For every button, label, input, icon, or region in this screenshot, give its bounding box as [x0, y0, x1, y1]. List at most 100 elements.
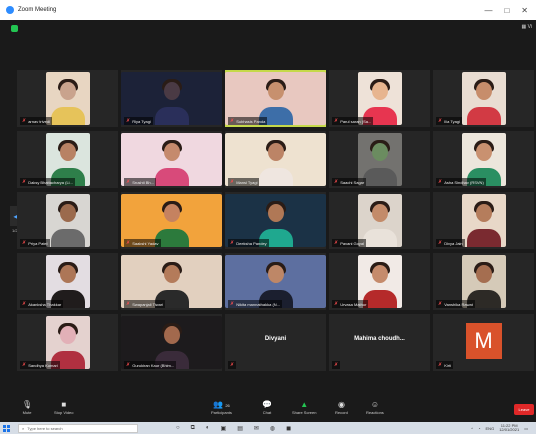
muted-mic-icon: ✗: [438, 362, 443, 368]
chat-icon: 💬: [262, 400, 272, 409]
participant-tile[interactable]: ✗ Urvasa Mathur: [329, 253, 430, 310]
participant-body: [154, 168, 189, 186]
participant-tile[interactable]: ✗ Akanksha Thakkar: [17, 253, 118, 310]
participant-tile[interactable]: Divyani ✗: [225, 314, 326, 371]
participant-name-bar: ✗ Srushti Bh...: [124, 178, 156, 186]
participants-button[interactable]: 👥 26 Participants: [211, 400, 232, 415]
muted-mic-icon: ✗: [230, 362, 235, 368]
participant-tile[interactable]: ✗ Ilia Tyagi: [433, 70, 534, 127]
muted-mic-icon: ✗: [126, 301, 131, 307]
stop-video-button[interactable]: ■ Stop Video: [54, 400, 74, 415]
file-explorer-icon[interactable]: ▤: [237, 425, 243, 432]
participant-face: [163, 82, 180, 100]
participant-tile[interactable]: ✗ Sandhya Kumari: [17, 314, 118, 371]
participant-face: [163, 143, 180, 161]
participant-tile[interactable]: ✗ arnav trivedi: [17, 70, 118, 127]
participant-body: [258, 168, 293, 186]
participant-name-bar: ✗ Saachi Sagar: [332, 178, 367, 186]
participant-face: [372, 204, 388, 222]
participant-body: [51, 229, 85, 247]
reactions-button[interactable]: ☺ Reactions: [366, 400, 384, 415]
participant-face: [60, 82, 76, 100]
participant-tile[interactable]: ✗ Daksy Bhattacharya (Li...: [17, 131, 118, 188]
network-icon[interactable]: ◔: [478, 426, 480, 431]
muted-mic-icon: ✗: [230, 118, 235, 124]
participant-video: [46, 194, 90, 247]
store-icon[interactable]: ▣: [221, 425, 227, 432]
participant-face: [163, 204, 180, 222]
view-button[interactable]: ▦ Vi: [522, 24, 532, 30]
participant-name-bar: ✗ Saakshi Yadav: [124, 239, 161, 247]
participant-tile[interactable]: ✗ Saachi Sagar: [329, 131, 430, 188]
participant-tile[interactable]: ✗ Vanshika Rawat: [433, 253, 534, 310]
chrome-icon[interactable]: ◍: [270, 425, 275, 432]
participant-face: [267, 82, 284, 100]
maximize-icon[interactable]: □: [504, 6, 509, 15]
participant-tile[interactable]: ✗ Nikita mannathakka (N...: [225, 253, 326, 310]
record-icon: ◉: [337, 400, 345, 409]
muted-mic-icon: ✗: [22, 301, 27, 307]
muted-mic-icon: ✗: [22, 362, 27, 368]
record-button[interactable]: ◉ Record: [335, 400, 348, 415]
clock-date: 12/01/2021: [499, 427, 520, 432]
participant-tile[interactable]: Mahima choudh... ✗: [329, 314, 430, 371]
muted-mic-icon: ✗: [334, 301, 339, 307]
participant-name: Mansi Tyagi: [236, 179, 258, 185]
participant-tile[interactable]: ✗ Pavani Goyal: [329, 192, 430, 249]
language-indicator[interactable]: ENG: [486, 426, 495, 431]
security-shield-icon[interactable]: [11, 25, 18, 32]
edge-browser-icon[interactable]: ◐: [206, 425, 210, 432]
participant-name: Subhasis Panda: [236, 118, 266, 124]
participant-tile[interactable]: ✗ Srushti Bh...: [121, 131, 222, 188]
participant-name-bar: ✗ Asha Sindhav (RSVN): [436, 178, 486, 186]
participant-tile[interactable]: ✗ Priya Patel: [17, 192, 118, 249]
participants-count: 26: [225, 403, 230, 408]
participant-tile[interactable]: ✗ Asha Sindhav (RSVN): [433, 131, 534, 188]
participant-tile[interactable]: ✗ Riya Tyagi: [121, 70, 222, 127]
share-screen-button[interactable]: ▲ Share Screen: [292, 400, 316, 415]
participant-tile[interactable]: ✗ Swapanjali Tiwari: [121, 253, 222, 310]
zoom-taskbar-icon[interactable]: ◼: [286, 425, 291, 432]
participant-tile[interactable]: ✗ Mansi Tyagi: [225, 131, 326, 188]
participant-tile[interactable]: ✗ Divya Jain: [433, 192, 534, 249]
minimize-icon[interactable]: —: [484, 6, 492, 15]
participant-name-bar: ✗ Vanshika Rawat: [436, 300, 475, 308]
participant-name: Gurukiran Kaur (Bhim...: [132, 362, 175, 368]
chat-button[interactable]: 💬 Chat: [262, 400, 272, 415]
end-meeting-button[interactable]: Leave: [514, 404, 534, 415]
participant-name-bar: ✗ Akanksha Thakkar: [20, 300, 64, 308]
participants-icon: 👥 26: [213, 400, 230, 409]
participant-name: Nikita mannathakka (N...: [236, 301, 280, 307]
taskbar-search-box[interactable]: ⌕ Type here to search: [18, 423, 138, 433]
close-icon[interactable]: ✕: [521, 6, 528, 15]
mail-icon[interactable]: ✉: [254, 425, 259, 432]
muted-mic-icon: ✗: [438, 179, 443, 185]
participant-name-bar: ✗ Sandhya Kumari: [20, 361, 60, 369]
windows-taskbar: ⌕ Type here to search ○ ⧉ ◐ ▣ ▤ ✉ ◍ ◼ ^ …: [0, 422, 536, 434]
participant-tile[interactable]: M ✗ Kirti: [433, 314, 534, 371]
mute-label: Mute: [22, 410, 32, 415]
participant-face: [476, 265, 492, 283]
participant-face: [372, 82, 388, 100]
cortana-icon[interactable]: ○: [176, 425, 180, 432]
window-titlebar: Zoom Meeting — □ ✕: [0, 0, 536, 20]
participant-name: Pavani Goyal: [340, 240, 364, 246]
windows-start-icon[interactable]: [3, 424, 10, 432]
participant-tile[interactable]: ✗ Deeksha Pandey: [225, 192, 326, 249]
participant-name: Sandhya Kumari: [28, 362, 58, 368]
reactions-label: Reactions: [366, 410, 384, 415]
mute-button[interactable]: 🎙 Mute: [22, 400, 32, 415]
participant-name: Srushti Bh...: [132, 179, 154, 185]
notifications-icon[interactable]: ▭: [524, 426, 528, 431]
participant-tile[interactable]: ✗ Saakshi Yadav: [121, 192, 222, 249]
muted-mic-icon: ✗: [334, 179, 339, 185]
participant-name: Divya Jain: [444, 240, 463, 246]
participant-name-bar: ✗ Divya Jain: [436, 239, 465, 247]
participant-tile[interactable]: ✗ Gurukiran Kaur (Bhim...: [121, 314, 222, 371]
participant-tile[interactable]: ✗ Subhasis Panda: [225, 70, 326, 127]
tray-chevron-icon[interactable]: ^: [471, 426, 473, 431]
task-view-icon[interactable]: ⧉: [191, 425, 195, 432]
participant-tile[interactable]: ✗ Parul saran (Sa...: [329, 70, 430, 127]
participant-name-bar: ✗ Riya Tyagi: [124, 117, 153, 125]
clock[interactable]: 11:22 PM 12/01/2021: [499, 424, 519, 432]
